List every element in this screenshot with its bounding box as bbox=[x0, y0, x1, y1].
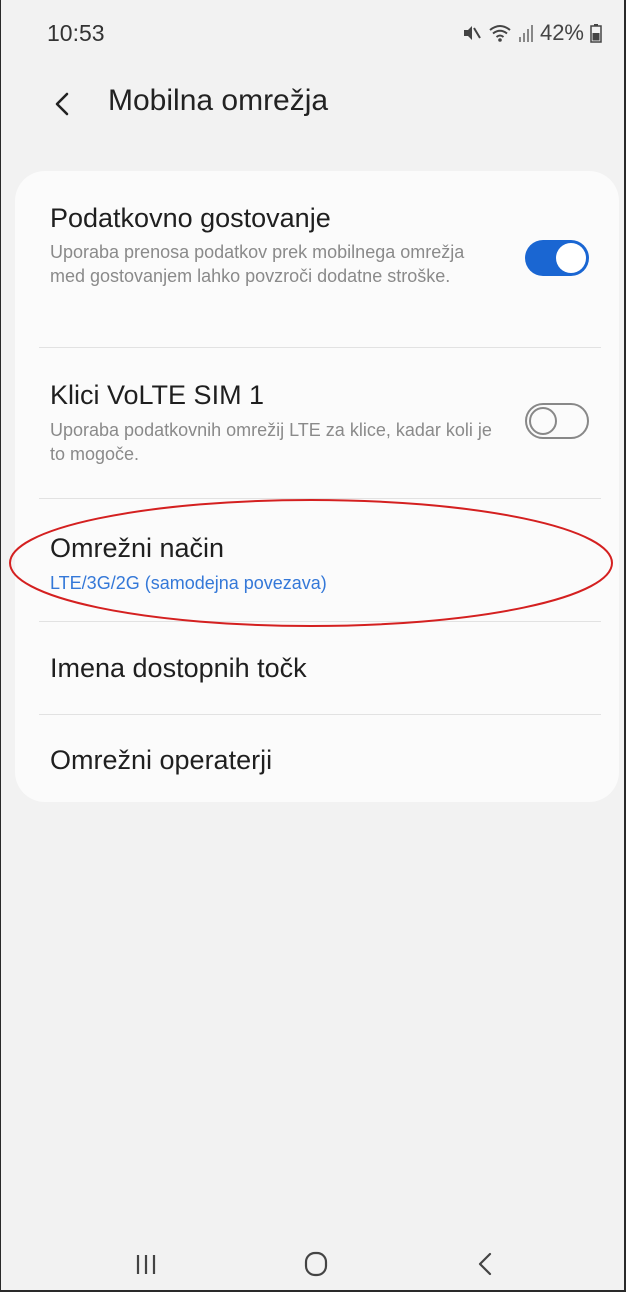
setting-network-mode[interactable]: Omrežni način LTE/3G/2G (samodejna povez… bbox=[15, 499, 619, 621]
status-time: 10:53 bbox=[47, 20, 105, 46]
wifi-icon bbox=[488, 23, 512, 43]
setting-title: Klici VoLTE SIM 1 bbox=[50, 380, 265, 410]
home-icon bbox=[304, 1251, 328, 1277]
setting-access-point-names[interactable]: Imena dostopnih točk bbox=[15, 622, 619, 714]
setting-title: Omrežni način bbox=[50, 533, 225, 563]
home-button[interactable] bbox=[296, 1248, 336, 1284]
status-bar: 10:53 42% bbox=[1, 0, 624, 70]
recent-apps-button[interactable] bbox=[126, 1248, 166, 1284]
recent-apps-icon bbox=[136, 1255, 156, 1274]
navigation-bar bbox=[1, 1248, 624, 1290]
settings-card: Podatkovno gostovanje Uporaba prenosa po… bbox=[15, 171, 619, 802]
setting-value: LTE/3G/2G (samodejna povezava) bbox=[50, 573, 327, 593]
mute-icon bbox=[460, 23, 482, 43]
page-title: Mobilna omrežja bbox=[108, 84, 329, 117]
data-roaming-toggle[interactable] bbox=[525, 240, 589, 276]
back-nav-button[interactable] bbox=[465, 1248, 505, 1284]
setting-title: Omrežni operaterji bbox=[50, 745, 273, 775]
toggle-knob bbox=[556, 243, 586, 273]
back-button[interactable] bbox=[45, 86, 81, 122]
setting-volte-calls[interactable]: Klici VoLTE SIM 1 Uporaba podatkovnih om… bbox=[15, 348, 619, 498]
volte-toggle[interactable] bbox=[525, 403, 589, 439]
status-icons: 42% bbox=[460, 20, 602, 46]
setting-title: Podatkovno gostovanje bbox=[50, 203, 331, 233]
back-nav-icon bbox=[478, 1252, 492, 1276]
setting-description: Uporaba podatkovnih omrežij LTE za klice… bbox=[50, 420, 492, 464]
battery-icon bbox=[590, 23, 602, 43]
signal-icon bbox=[518, 23, 534, 43]
setting-description: Uporaba prenosa podatkov prek mobilnega … bbox=[50, 242, 465, 286]
setting-network-operators[interactable]: Omrežni operaterji bbox=[15, 715, 619, 802]
setting-data-roaming[interactable]: Podatkovno gostovanje Uporaba prenosa po… bbox=[15, 171, 619, 347]
phone-screen: 10:53 42% Mobilna omrežja Podatkovno gos… bbox=[0, 0, 626, 1292]
chevron-left-icon bbox=[55, 92, 69, 116]
setting-title: Imena dostopnih točk bbox=[50, 653, 307, 683]
app-header: Mobilna omrežja bbox=[1, 80, 624, 126]
toggle-knob bbox=[529, 407, 557, 435]
battery-percent: 42% bbox=[539, 20, 584, 45]
